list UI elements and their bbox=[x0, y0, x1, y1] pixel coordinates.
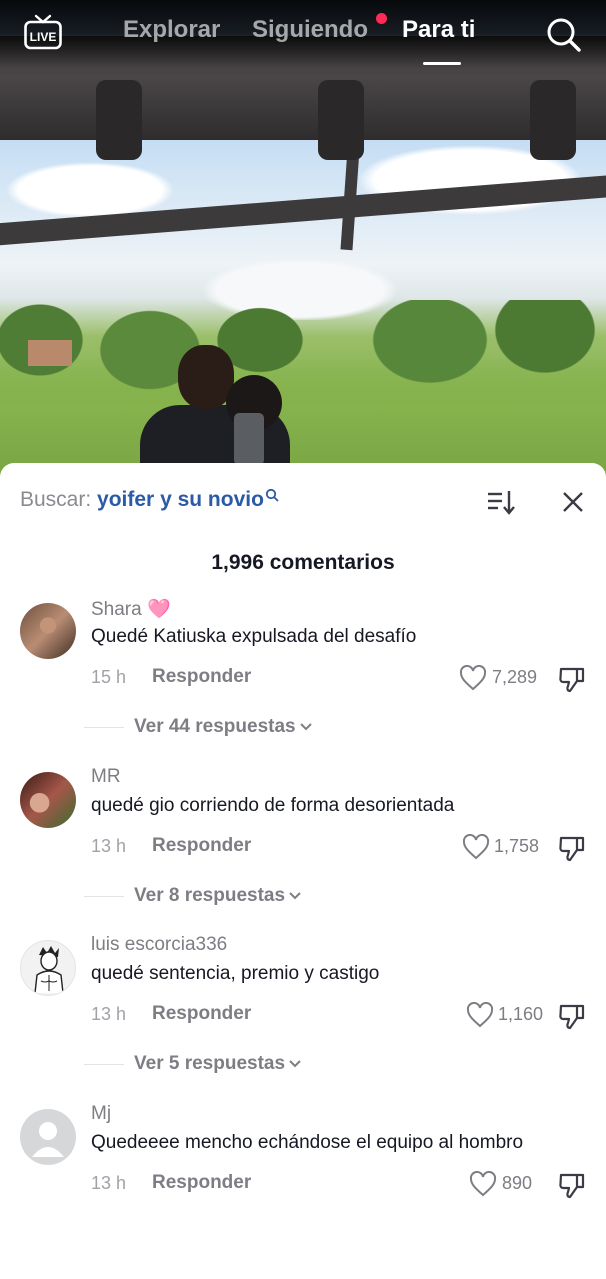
live-icon[interactable]: LIVE bbox=[24, 14, 62, 50]
related-search[interactable]: Buscar: yoifer y su novio bbox=[20, 488, 279, 518]
view-replies-label: Ver 44 respuestas bbox=[134, 716, 296, 737]
comment-username[interactable]: Mj bbox=[91, 1103, 111, 1125]
replies-divider bbox=[84, 727, 124, 728]
comment-item: Mj Quedeeee mencho echándose el equipo a… bbox=[0, 1103, 606, 1279]
like-count: 1,758 bbox=[494, 836, 540, 856]
phone-in-hand bbox=[234, 413, 264, 465]
comment-text: Quedeeee mencho echándose el equipo al h… bbox=[91, 1132, 524, 1153]
search-label: Buscar: bbox=[20, 488, 92, 511]
tab-para-ti[interactable]: Para ti bbox=[402, 16, 475, 44]
live-label: LIVE bbox=[30, 30, 57, 44]
avatar[interactable] bbox=[20, 772, 76, 828]
comment-text: quedé gio corriendo de forma desorientad… bbox=[91, 795, 455, 816]
video-player[interactable] bbox=[0, 0, 606, 480]
top-navigation: LIVE Explorar Siguiendo Para ti bbox=[0, 0, 606, 68]
tab-siguiendo[interactable]: Siguiendo bbox=[252, 16, 368, 44]
pergola-post bbox=[530, 80, 576, 160]
tab-explorar[interactable]: Explorar bbox=[123, 16, 220, 44]
search-small-icon bbox=[265, 488, 279, 502]
video-subjects bbox=[140, 345, 290, 480]
reply-button[interactable]: Responder bbox=[152, 666, 251, 688]
sort-icon[interactable] bbox=[486, 487, 516, 517]
comments-count: 1,996 comentarios bbox=[211, 551, 395, 574]
view-replies-label: Ver 5 respuestas bbox=[134, 1053, 286, 1074]
view-replies-button[interactable]: Ver 5 respuestas bbox=[134, 1053, 302, 1075]
reply-button[interactable]: Responder bbox=[152, 835, 251, 857]
view-replies-label: Ver 8 respuestas bbox=[134, 885, 286, 906]
landscape-trees bbox=[0, 300, 606, 480]
heart-icon[interactable] bbox=[459, 665, 487, 691]
avatar[interactable] bbox=[20, 940, 76, 996]
chevron-down-icon bbox=[289, 1060, 301, 1068]
reply-button[interactable]: Responder bbox=[152, 1003, 251, 1025]
comment-time: 15 h bbox=[91, 667, 127, 687]
replies-divider bbox=[84, 896, 124, 897]
comment-username[interactable]: luis escorcia336 bbox=[91, 934, 227, 956]
like-count: 1,160 bbox=[498, 1004, 544, 1024]
dislike-icon[interactable] bbox=[557, 665, 587, 693]
search-query-link[interactable]: yoifer y su novio bbox=[97, 488, 264, 511]
replies-divider bbox=[84, 1064, 124, 1065]
heart-icon[interactable] bbox=[466, 1002, 494, 1028]
active-tab-indicator bbox=[423, 62, 461, 65]
avatar[interactable] bbox=[20, 603, 76, 659]
default-avatar-icon bbox=[32, 1122, 64, 1157]
search-icon[interactable] bbox=[545, 16, 581, 52]
comment-item: MR quedé gio corriendo de forma desorien… bbox=[0, 766, 606, 942]
dislike-icon[interactable] bbox=[557, 1002, 587, 1030]
heart-icon[interactable] bbox=[462, 834, 490, 860]
close-icon[interactable] bbox=[561, 490, 585, 514]
view-replies-button[interactable]: Ver 44 respuestas bbox=[134, 716, 313, 738]
avatar[interactable] bbox=[20, 1109, 76, 1165]
chevron-down-icon bbox=[299, 723, 312, 731]
pergola-post bbox=[318, 80, 364, 160]
dislike-icon[interactable] bbox=[557, 1171, 587, 1199]
distant-house bbox=[28, 340, 72, 366]
view-replies-button[interactable]: Ver 8 respuestas bbox=[134, 885, 302, 907]
reply-button[interactable]: Responder bbox=[152, 1172, 251, 1194]
anime-avatar-drawing bbox=[34, 946, 64, 994]
comment-item: luis escorcia336 quedé sentencia, premio… bbox=[0, 934, 606, 1110]
heart-icon[interactable] bbox=[469, 1171, 497, 1197]
comment-time: 13 h bbox=[91, 836, 127, 856]
comment-text: quedé sentencia, premio y castigo bbox=[91, 963, 380, 984]
like-count: 890 bbox=[502, 1173, 533, 1193]
dislike-icon[interactable] bbox=[557, 834, 587, 862]
comment-item: Shara 🩷 Quedé Katiuska expulsada del des… bbox=[0, 599, 606, 773]
notification-dot bbox=[376, 13, 387, 24]
like-count: 7,289 bbox=[492, 667, 538, 687]
comment-text: Quedé Katiuska expulsada del desafío bbox=[91, 626, 417, 647]
comment-username[interactable]: MR bbox=[91, 766, 121, 788]
pergola-post bbox=[96, 80, 142, 160]
comment-username[interactable]: Shara 🩷 bbox=[91, 597, 171, 621]
chevron-down-icon bbox=[289, 892, 301, 900]
comment-time: 13 h bbox=[91, 1173, 127, 1193]
comment-time: 13 h bbox=[91, 1004, 127, 1024]
comments-sheet: Buscar: yoifer y su novio 1,996 comentar… bbox=[0, 463, 606, 1200]
